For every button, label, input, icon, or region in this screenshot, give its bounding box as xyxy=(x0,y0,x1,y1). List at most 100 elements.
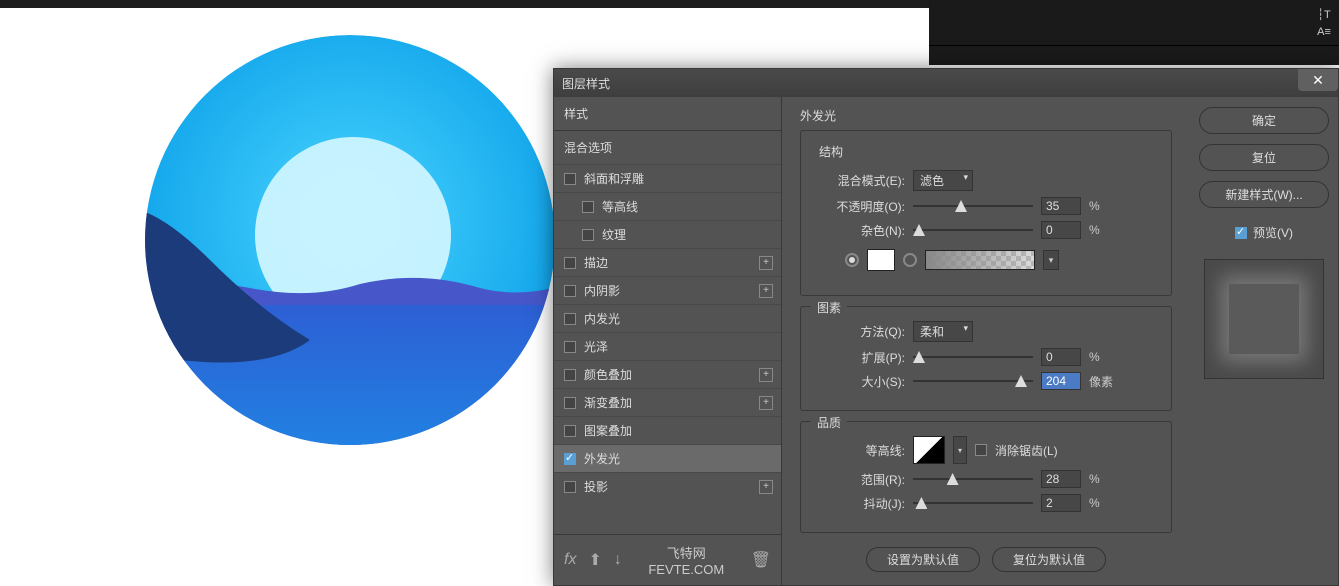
style-checkbox[interactable] xyxy=(564,285,576,297)
dialog-right-panel: 确定 复位 新建样式(W)... 预览(V) xyxy=(1190,97,1338,585)
style-item-6[interactable]: 光泽 xyxy=(554,332,781,360)
contour-dropdown-icon[interactable]: ▾ xyxy=(953,436,967,464)
opacity-slider[interactable] xyxy=(913,198,1033,214)
glow-gradient-picker[interactable] xyxy=(925,250,1035,270)
arrow-up-icon[interactable]: ⬆ xyxy=(588,550,601,570)
contour-picker[interactable] xyxy=(913,436,945,464)
noise-input[interactable] xyxy=(1041,221,1081,239)
trash-icon[interactable]: 🗑 xyxy=(751,550,771,570)
jitter-slider[interactable] xyxy=(913,495,1033,511)
blend-options-item[interactable]: 混合选项 xyxy=(554,131,781,164)
structure-section: 结构 混合模式(E): 滤色 不透明度(O): % 杂色(N): % xyxy=(800,130,1172,296)
range-label: 范围(R): xyxy=(815,471,905,488)
gradient-dropdown-icon[interactable]: ▾ xyxy=(1043,250,1059,270)
settings-panel: 外发光 结构 混合模式(E): 滤色 不透明度(O): % 杂色(N): xyxy=(782,97,1190,585)
style-item-5[interactable]: 内发光 xyxy=(554,304,781,332)
style-item-7[interactable]: 颜色叠加+ xyxy=(554,360,781,388)
align-icon[interactable]: A≡ xyxy=(1314,26,1334,42)
preview-label: 预览(V) xyxy=(1253,224,1293,241)
style-checkbox[interactable] xyxy=(564,481,576,493)
vertical-text-icon[interactable]: ┆T xyxy=(1314,8,1334,24)
opacity-input[interactable] xyxy=(1041,197,1081,215)
style-checkbox[interactable] xyxy=(564,173,576,185)
jitter-input[interactable] xyxy=(1041,494,1081,512)
style-label: 斜面和浮雕 xyxy=(584,170,644,187)
style-checkbox[interactable] xyxy=(564,257,576,269)
make-default-button[interactable]: 设置为默认值 xyxy=(866,547,980,572)
artwork-moon-scene xyxy=(140,30,560,450)
range-slider[interactable] xyxy=(913,471,1033,487)
style-item-0[interactable]: 斜面和浮雕 xyxy=(554,164,781,192)
spread-label: 扩展(P): xyxy=(815,349,905,366)
add-effect-icon[interactable]: + xyxy=(759,396,773,410)
style-item-10[interactable]: 外发光 xyxy=(554,444,781,472)
layer-style-dialog: 图层样式 ✕ 样式 混合选项 斜面和浮雕等高线纹理描边+内阴影+内发光光泽颜色叠… xyxy=(553,68,1339,586)
style-label: 内发光 xyxy=(584,310,620,327)
style-checkbox[interactable] xyxy=(564,425,576,437)
outer-glow-title: 外发光 xyxy=(800,107,1172,124)
style-checkbox[interactable] xyxy=(564,397,576,409)
size-input[interactable] xyxy=(1041,372,1081,390)
elements-section: 图素 方法(Q): 柔和 扩展(P): % 大小(S): 像素 xyxy=(800,306,1172,411)
cancel-button[interactable]: 复位 xyxy=(1199,144,1329,171)
dialog-title-bar[interactable]: 图层样式 ✕ xyxy=(554,69,1338,97)
close-button[interactable]: ✕ xyxy=(1298,69,1338,91)
jitter-label: 抖动(J): xyxy=(815,495,905,512)
styles-header[interactable]: 样式 xyxy=(554,97,781,131)
blend-mode-label: 混合模式(E): xyxy=(815,172,905,189)
noise-slider[interactable] xyxy=(913,222,1033,238)
style-item-1[interactable]: 等高线 xyxy=(554,192,781,220)
style-item-8[interactable]: 渐变叠加 + xyxy=(554,388,781,416)
size-slider[interactable] xyxy=(913,373,1033,389)
styles-footer: fx ⬆ ↓ 飞特网 FEVTE.COM 🗑 xyxy=(554,534,781,585)
add-effect-icon[interactable]: + xyxy=(759,284,773,298)
watermark-text-2: FEVTE.COM xyxy=(634,562,739,577)
preview-checkbox[interactable] xyxy=(1235,227,1247,239)
preview-thumbnail xyxy=(1204,259,1324,379)
method-dropdown[interactable]: 柔和 xyxy=(913,321,973,342)
ok-button[interactable]: 确定 xyxy=(1199,107,1329,134)
new-style-button[interactable]: 新建样式(W)... xyxy=(1199,181,1329,208)
percent-unit: % xyxy=(1089,223,1100,237)
range-input[interactable] xyxy=(1041,470,1081,488)
spread-input[interactable] xyxy=(1041,348,1081,366)
style-item-3[interactable]: 描边 + xyxy=(554,248,781,276)
fx-icon[interactable]: fx xyxy=(564,551,576,569)
style-checkbox[interactable] xyxy=(582,201,594,213)
percent-unit: % xyxy=(1089,199,1100,213)
style-item-11[interactable]: 投影+ xyxy=(554,472,781,500)
style-label: 描边 xyxy=(584,254,608,271)
add-effect-icon[interactable]: + xyxy=(759,256,773,270)
size-label: 大小(S): xyxy=(815,373,905,390)
style-checkbox[interactable] xyxy=(582,229,594,241)
contour-label: 等高线: xyxy=(815,442,905,459)
style-label: 图案叠加 xyxy=(584,422,632,439)
style-item-9[interactable]: 图案叠加 xyxy=(554,416,781,444)
style-checkbox[interactable] xyxy=(564,313,576,325)
gradient-radio[interactable] xyxy=(903,253,917,267)
opacity-label: 不透明度(O): xyxy=(815,198,905,215)
glow-color-swatch[interactable] xyxy=(867,249,895,271)
arrow-down-icon[interactable]: ↓ xyxy=(614,551,622,569)
style-item-2[interactable]: 纹理 xyxy=(554,220,781,248)
style-checkbox[interactable] xyxy=(564,453,576,465)
method-label: 方法(Q): xyxy=(815,323,905,340)
blend-mode-dropdown[interactable]: 滤色 xyxy=(913,170,973,191)
style-item-4[interactable]: 内阴影+ xyxy=(554,276,781,304)
antialias-label: 消除锯齿(L) xyxy=(995,442,1058,459)
style-label: 渐变叠加 xyxy=(584,394,632,411)
antialias-checkbox[interactable] xyxy=(975,444,987,456)
add-effect-icon[interactable]: + xyxy=(759,368,773,382)
style-checkbox[interactable] xyxy=(564,341,576,353)
pixel-unit: 像素 xyxy=(1089,373,1113,390)
style-checkbox[interactable] xyxy=(564,369,576,381)
percent-unit: % xyxy=(1089,350,1100,364)
reset-default-button[interactable]: 复位为默认值 xyxy=(992,547,1106,572)
color-radio[interactable] xyxy=(845,253,859,267)
spread-slider[interactable] xyxy=(913,349,1033,365)
elements-label: 图素 xyxy=(811,299,847,316)
add-effect-icon[interactable]: + xyxy=(759,480,773,494)
watermark-text-1: 飞特网 xyxy=(634,543,739,562)
noise-label: 杂色(N): xyxy=(815,222,905,239)
style-label: 等高线 xyxy=(602,198,638,215)
